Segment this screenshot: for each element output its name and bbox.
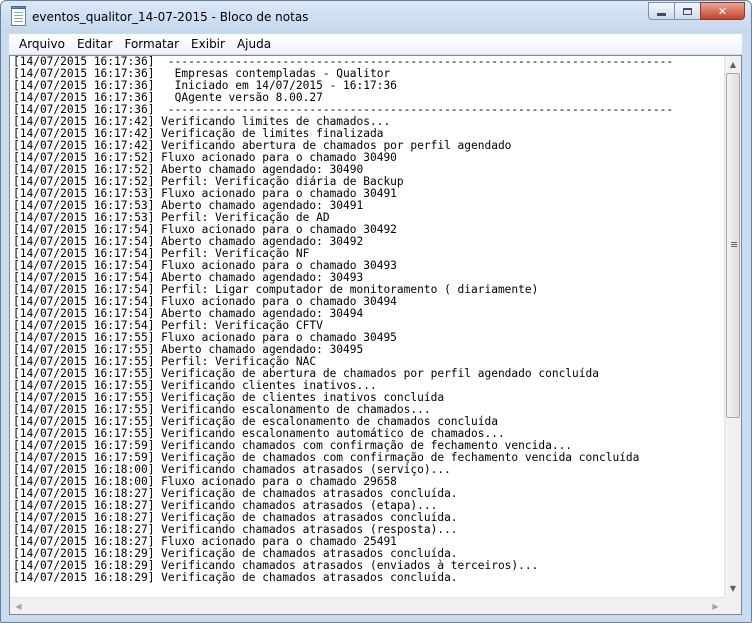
vertical-scroll-thumb[interactable] (726, 73, 740, 418)
menu-ajuda[interactable]: Ajuda (231, 35, 277, 53)
menu-arquivo[interactable]: Arquivo (9, 35, 71, 53)
text-content[interactable]: [14/07/2015 16:17:36] ------------------… (13, 56, 724, 597)
vertical-scrollbar[interactable]: ▲ ▼ (724, 56, 741, 597)
close-button[interactable]: ✕ (700, 2, 745, 20)
notepad-window: eventos_qualitor_14-07-2015 - Bloco de n… (0, 0, 752, 623)
text-line: [14/07/2015 16:18:29] Verificação de cha… (13, 571, 458, 584)
scroll-right-button[interactable]: ▶ (707, 598, 724, 614)
arrow-right-icon: ▶ (712, 601, 719, 611)
scroll-down-button[interactable]: ▼ (725, 580, 741, 597)
scroll-left-button[interactable]: ◀ (10, 598, 27, 614)
minimize-button[interactable] (648, 2, 674, 20)
title-bar[interactable]: eventos_qualitor_14-07-2015 - Bloco de n… (1, 1, 751, 33)
scroll-up-button[interactable]: ▲ (725, 56, 741, 73)
minimize-icon (657, 12, 666, 16)
menu-exibir[interactable]: Exibir (185, 35, 231, 53)
size-grip (724, 597, 741, 614)
menu-formatar[interactable]: Formatar (118, 35, 185, 53)
maximize-button[interactable] (674, 2, 700, 20)
arrow-up-icon: ▲ (729, 60, 737, 69)
arrow-down-icon: ▼ (729, 584, 737, 593)
grip-icon (731, 242, 737, 243)
menu-bar: Arquivo Editar Formatar Exibir Ajuda (9, 34, 742, 55)
window-controls: ✕ (648, 2, 745, 21)
arrow-left-icon: ◀ (15, 601, 22, 611)
maximize-icon (683, 7, 692, 15)
horizontal-scrollbar[interactable]: ◀ ▶ (10, 597, 724, 614)
notepad-icon[interactable] (11, 6, 26, 26)
menu-editar[interactable]: Editar (71, 35, 119, 53)
close-icon: ✕ (717, 4, 728, 18)
text-editor[interactable]: [14/07/2015 16:17:36] ------------------… (9, 55, 742, 615)
window-title: eventos_qualitor_14-07-2015 - Bloco de n… (32, 10, 309, 24)
